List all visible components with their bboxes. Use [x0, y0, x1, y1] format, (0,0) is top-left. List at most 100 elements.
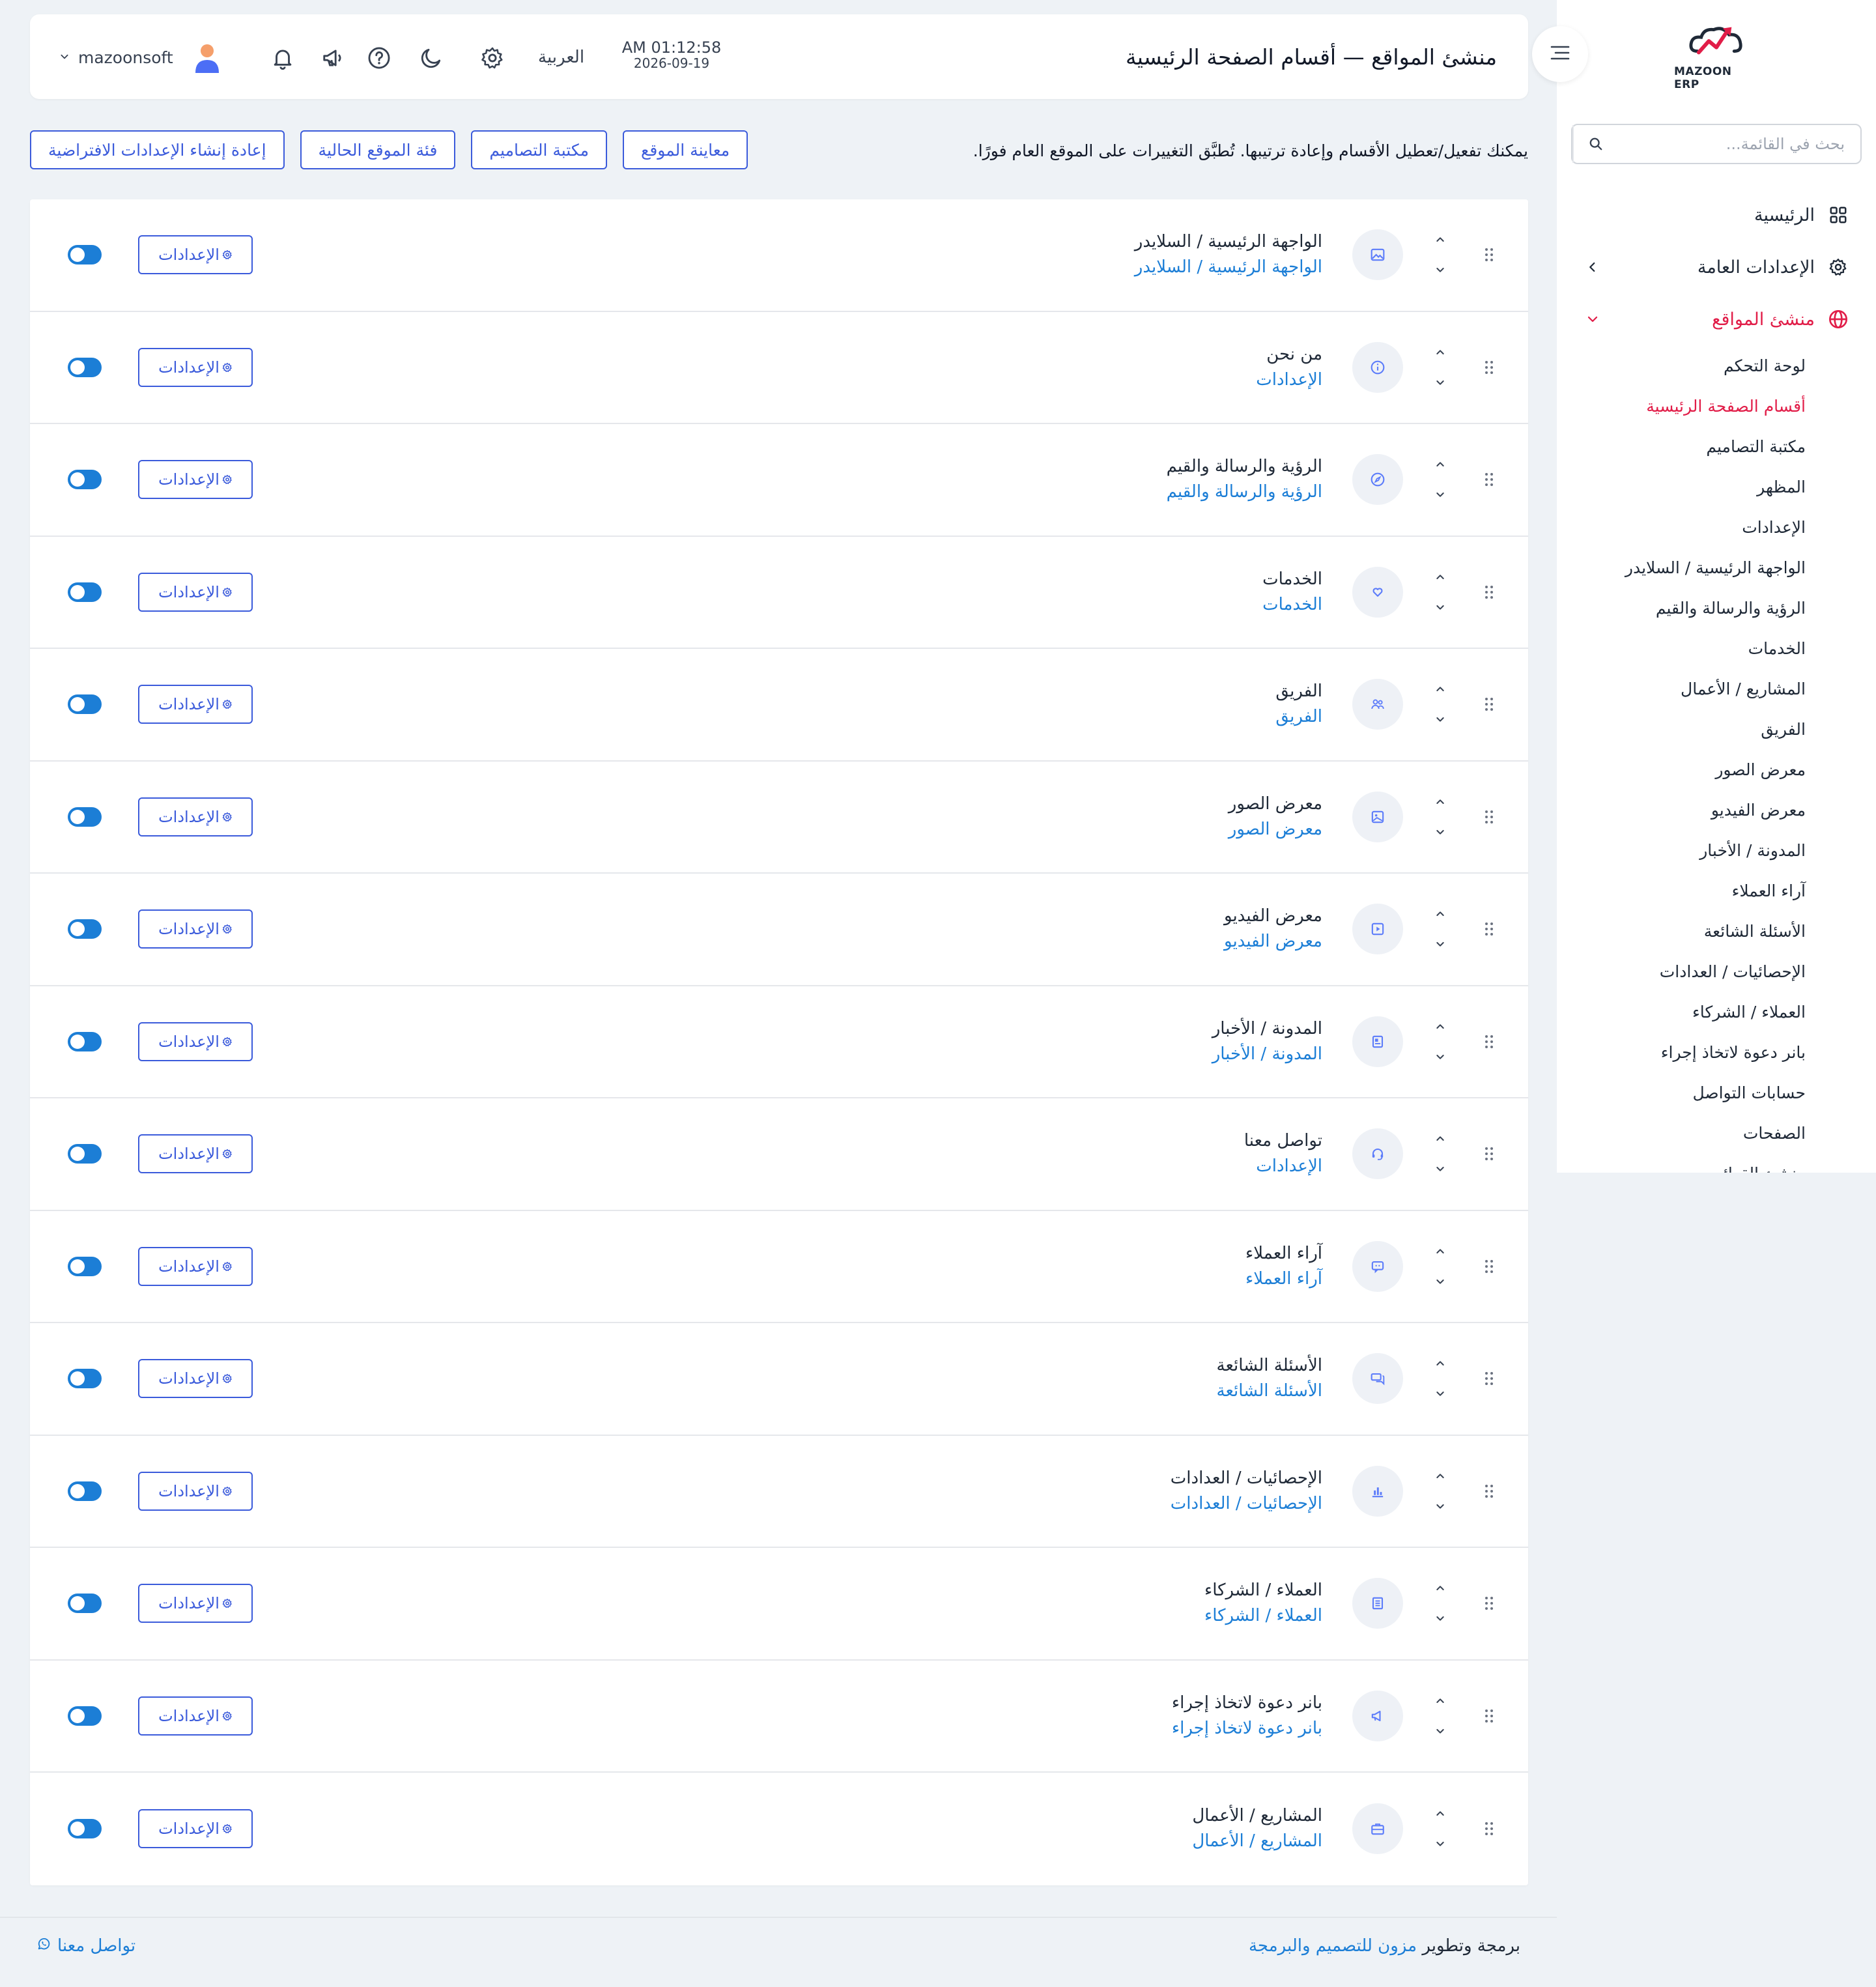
drag-handle-icon[interactable]	[1483, 807, 1496, 827]
section-link[interactable]: معرض الصور	[1229, 817, 1322, 842]
sidebar-subitem[interactable]: لوحة التحكم	[1557, 345, 1806, 386]
section-settings-button[interactable]: الإعدادات	[138, 1359, 253, 1399]
section-link[interactable]: المدونة / الأخبار	[1212, 1042, 1322, 1067]
sidebar-toggle-button[interactable]	[1532, 26, 1588, 82]
chevron-down-icon[interactable]	[1432, 1723, 1448, 1739]
chevron-down-icon[interactable]	[1432, 1161, 1448, 1177]
drag-handle-icon[interactable]	[1483, 694, 1496, 714]
drag-handle-icon[interactable]	[1483, 1819, 1496, 1838]
sidebar-subitem[interactable]: الفريق	[1557, 709, 1806, 749]
chevron-up-icon[interactable]	[1432, 1131, 1448, 1147]
section-link[interactable]: الخدمات	[1262, 592, 1322, 618]
section-enabled-toggle[interactable]	[68, 919, 102, 939]
section-link[interactable]: معرض الفيديو	[1224, 929, 1322, 954]
chevron-down-icon[interactable]	[1432, 1386, 1448, 1401]
chevron-down-icon[interactable]	[1432, 1049, 1448, 1065]
chevron-up-icon[interactable]	[1432, 1806, 1448, 1822]
section-enabled-toggle[interactable]	[68, 1819, 102, 1839]
user-menu[interactable]: mazoonsoft	[60, 40, 173, 74]
drag-handle-icon[interactable]	[1483, 470, 1496, 489]
section-settings-button[interactable]: الإعدادات	[138, 460, 253, 500]
section-link[interactable]: آراء العملاء	[1245, 1266, 1322, 1292]
section-link[interactable]: الإحصائيات / العدادات	[1171, 1491, 1322, 1517]
chevron-down-icon[interactable]	[1432, 936, 1448, 952]
section-enabled-toggle[interactable]	[68, 807, 102, 827]
sidebar-subitem[interactable]: معرض الصور	[1557, 749, 1806, 790]
chevron-up-icon[interactable]	[1432, 1019, 1448, 1035]
section-enabled-toggle[interactable]	[68, 1031, 102, 1051]
drag-handle-icon[interactable]	[1483, 1144, 1496, 1164]
sidebar-subitem[interactable]: حسابات التواصل	[1557, 1072, 1806, 1113]
section-settings-button[interactable]: الإعدادات	[138, 1809, 253, 1849]
chevron-up-icon[interactable]	[1432, 569, 1448, 585]
section-settings-button[interactable]: الإعدادات	[138, 1471, 253, 1511]
chevron-down-icon[interactable]	[1432, 824, 1448, 840]
drag-handle-icon[interactable]	[1483, 1481, 1496, 1501]
sidebar-subitem[interactable]: الصفحات	[1557, 1113, 1806, 1153]
section-enabled-toggle[interactable]	[68, 357, 102, 377]
section-link[interactable]: الفريق	[1275, 704, 1322, 730]
section-settings-button[interactable]: الإعدادات	[138, 1022, 253, 1061]
section-link[interactable]: بانر دعوة لاتخاذ إجراء	[1172, 1716, 1322, 1741]
section-settings-button[interactable]: الإعدادات	[138, 1134, 253, 1174]
sidebar-subitem[interactable]: الأسئلة الشائعة	[1557, 911, 1806, 951]
section-link[interactable]: الإعدادات	[1256, 367, 1322, 393]
reset-defaults-button[interactable]: إعادة إنشاء الإعدادات الافتراضية	[30, 130, 285, 169]
section-settings-button[interactable]: الإعدادات	[138, 347, 253, 387]
section-settings-button[interactable]: الإعدادات	[138, 235, 253, 275]
sidebar-subitem[interactable]: بانر دعوة لاتخاذ إجراء	[1557, 1032, 1806, 1072]
sidebar-item-home[interactable]: الرئيسية	[1557, 189, 1876, 241]
chevron-down-icon[interactable]	[1432, 599, 1448, 615]
section-link[interactable]: الإعدادات	[1244, 1154, 1322, 1179]
section-enabled-toggle[interactable]	[68, 582, 102, 602]
sidebar-search-input[interactable]	[1618, 125, 1860, 163]
section-link[interactable]: العملاء / الشركاء	[1204, 1603, 1322, 1629]
section-settings-button[interactable]: الإعدادات	[138, 797, 253, 836]
sidebar-subitem[interactable]: المدونة / الأخبار	[1557, 830, 1806, 870]
chevron-up-icon[interactable]	[1432, 1244, 1448, 1259]
drag-handle-icon[interactable]	[1483, 1706, 1496, 1726]
section-enabled-toggle[interactable]	[68, 245, 102, 265]
moon-icon[interactable]	[417, 44, 446, 72]
sidebar-subitem[interactable]: أقسام الصفحة الرئيسية	[1557, 386, 1806, 426]
section-enabled-toggle[interactable]	[68, 694, 102, 715]
drag-handle-icon[interactable]	[1483, 1369, 1496, 1388]
sidebar-subitem[interactable]: الخدمات	[1557, 628, 1806, 668]
search-icon[interactable]	[1572, 125, 1618, 163]
sidebar-subitem[interactable]: العملاء / الشركاء	[1557, 992, 1806, 1032]
footer-credit-link[interactable]: مزون للتصميم والبرمجة	[1249, 1936, 1417, 1956]
bell-icon[interactable]	[268, 44, 297, 72]
drag-handle-icon[interactable]	[1483, 1257, 1496, 1276]
chevron-up-icon[interactable]	[1432, 681, 1448, 697]
sidebar-subitem[interactable]: الإعدادات	[1557, 507, 1806, 547]
section-enabled-toggle[interactable]	[68, 1594, 102, 1614]
chevron-down-icon[interactable]	[1432, 1836, 1448, 1851]
chevron-down-icon[interactable]	[1432, 487, 1448, 502]
chevron-up-icon[interactable]	[1432, 457, 1448, 472]
chevron-down-icon[interactable]	[1432, 1610, 1448, 1626]
chevron-down-icon[interactable]	[1432, 1498, 1448, 1514]
chevron-down-icon[interactable]	[1432, 711, 1448, 727]
chevron-up-icon[interactable]	[1432, 1356, 1448, 1371]
section-link[interactable]: المشاريع / الأعمال	[1192, 1829, 1322, 1854]
sidebar-subitem[interactable]: المشاريع / الأعمال	[1557, 668, 1806, 709]
section-enabled-toggle[interactable]	[68, 1256, 102, 1276]
drag-handle-icon[interactable]	[1483, 919, 1496, 939]
chevron-up-icon[interactable]	[1432, 1468, 1448, 1484]
section-enabled-toggle[interactable]	[68, 1706, 102, 1726]
drag-handle-icon[interactable]	[1483, 1594, 1496, 1613]
section-enabled-toggle[interactable]	[68, 1369, 102, 1389]
gear-icon[interactable]	[478, 44, 507, 72]
chevron-down-icon[interactable]	[1432, 1274, 1448, 1289]
section-settings-button[interactable]: الإعدادات	[138, 572, 253, 612]
section-link[interactable]: الواجهة الرئيسية / السلايدر	[1135, 255, 1322, 280]
section-enabled-toggle[interactable]	[68, 1144, 102, 1164]
megaphone-icon[interactable]	[319, 44, 348, 72]
help-icon[interactable]	[365, 44, 393, 72]
drag-handle-icon[interactable]	[1483, 245, 1496, 264]
chevron-up-icon[interactable]	[1432, 906, 1448, 922]
sidebar-subitem[interactable]: مكتبة التصاميم	[1557, 426, 1806, 466]
chevron-down-icon[interactable]	[1432, 262, 1448, 278]
chevron-up-icon[interactable]	[1432, 345, 1448, 360]
section-settings-button[interactable]: الإعدادات	[138, 1584, 253, 1623]
